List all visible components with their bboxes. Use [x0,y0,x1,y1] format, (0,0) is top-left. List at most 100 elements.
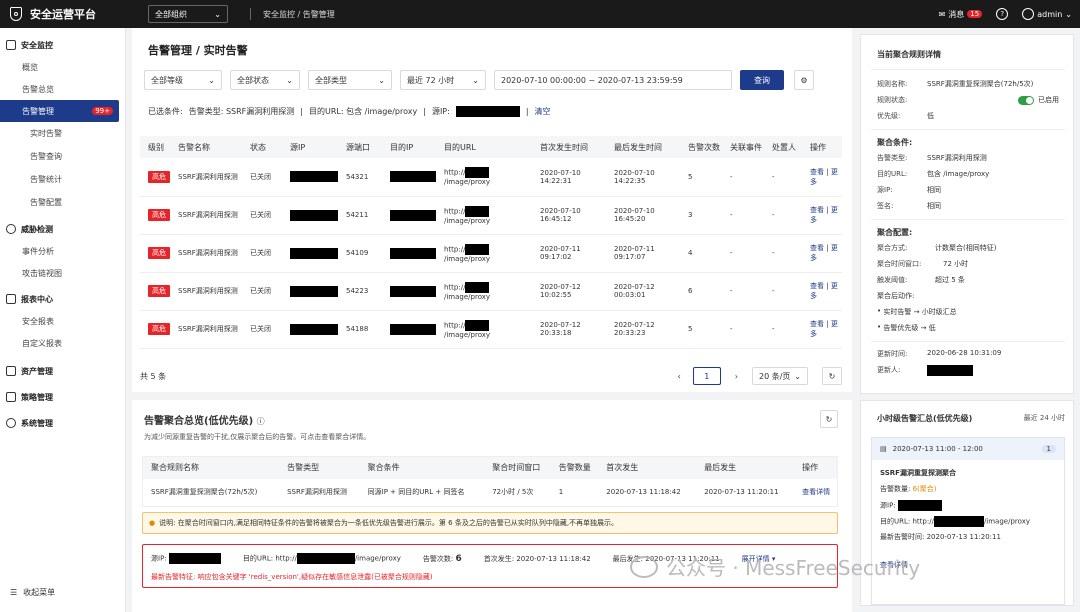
nav-item-alert-query[interactable]: 告警查询 [0,145,125,168]
src-port-cell: 54223 [338,272,382,311]
nav-item-realtime-alerts[interactable]: 实时告警 [0,122,125,145]
src-port-cell: 54109 [338,234,382,273]
first-time-cell: 2020-07-12 10:02:55 [532,272,606,311]
page-1-button[interactable]: 1 [692,367,721,385]
col-header: 首次发生时间 [532,136,606,158]
nav-group-reports[interactable]: 报表中心 [0,288,125,310]
nav-group-assets[interactable]: 资产管理 [0,360,125,382]
settings-gear-icon[interactable]: ⚙ [794,70,814,90]
nav-group-label: 安全监控 [21,40,53,50]
table-row[interactable]: 高危 SSRF漏洞利用探测 已关闭 54211 http:///image/pr… [140,196,842,235]
nav-item-overview[interactable]: 概览 [0,56,125,78]
nav-group-system[interactable]: 系统管理 [0,412,125,434]
nav-item-custom-report[interactable]: 自定义报表 [0,332,125,354]
table-row[interactable]: SSRF漏洞重复探测聚合(72h/5次) SSRF漏洞利用探测 同源IP + 同目的… [143,479,838,507]
messages-button[interactable]: ✉ 消息 15 [939,9,983,20]
nav-item-security-report[interactable]: 安全报表 [0,310,125,332]
nav-item-alert-management[interactable]: 告警管理 99+ [0,100,119,122]
rule-status-toggle[interactable]: 已启用 [1018,95,1059,105]
col-header: 告警次数 [680,136,722,158]
detail-url-path: /image/proxy [354,554,401,563]
user-menu[interactable]: admin ⌄ [1022,8,1072,20]
redacted-ip [290,323,338,335]
view-link[interactable]: 查看 [810,206,824,214]
col-header: 操作 [802,136,842,158]
cond-value: 相同 [927,186,941,194]
level-badge: 高危 [148,209,170,221]
prev-page-icon[interactable]: ‹ [678,372,681,381]
count-cell: 5 [680,158,722,197]
action-cell: 查看 | 更多 [802,234,842,273]
page-size-select[interactable]: 20 条/页 ⌄ [752,367,808,385]
nav-item-label: 告警管理 [22,106,54,116]
redacted-host [465,167,490,179]
next-page-icon[interactable]: › [735,372,738,381]
level-cell: 高危 [140,272,170,311]
table-row[interactable]: 高危 SSRF漏洞利用探测 已关闭 54188 http:///image/pr… [140,310,842,349]
app-title: 安全运营平台 [30,8,96,21]
date-range-input[interactable]: 2020-07-10 00:00:00 ~ 2020-07-13 23:59:5… [494,70,732,90]
config-label: 聚合时间窗口: [877,260,922,268]
nav-group-threat-detection[interactable]: 威胁检测 [0,218,125,240]
radar-icon [6,224,16,234]
level-select[interactable]: 全部等级 ⌄ [144,70,222,90]
nav-item-alert-overview[interactable]: 告警总览 [0,78,125,100]
table-row[interactable]: 高危 SSRF漏洞利用探测 已关闭 54109 http:///image/pr… [140,234,842,273]
status-cell: 已关闭 [242,272,282,311]
status-cell: 已关闭 [242,158,282,197]
detail-url-label: 目的URL: [242,554,274,563]
redacted-host [465,319,490,331]
detail-count-label: 告警次数: [422,554,454,563]
redacted-user [927,365,973,376]
hourly-url: 目的URL: http:// /image/proxy [880,516,1030,527]
last-time-cell: 2020-07-10 16:45:20 [606,196,680,235]
nav-group-policy[interactable]: 策略管理 [0,386,125,408]
message-count-badge: 15 [967,10,983,18]
first-time-cell: 2020-07-10 16:45:12 [532,196,606,235]
nav-item-attack-chain[interactable]: 攻击链视图 [0,262,125,284]
view-link[interactable]: 查看 [810,282,824,290]
selected-conditions: 已选条件: 告警类型: SSRF漏洞利用探测 | 目的URL: 包含 /imag… [148,106,551,117]
table-row[interactable]: 高危 SSRF漏洞利用探测 已关闭 54223 http:///image/pr… [140,272,842,311]
table-row[interactable]: 高危 SSRF漏洞利用探测 已关闭 54321 http:///image/pr… [140,158,842,197]
agg-cell: 2020-07-13 11:20:11 [704,488,779,497]
query-button[interactable]: 查询 [740,70,784,90]
view-link[interactable]: 查看 [810,320,824,328]
redacted-host [465,243,490,255]
nav-group-security-monitor[interactable]: 安全监控 [0,34,125,56]
action-item: 实时告警 → 小时级汇总 [883,308,957,316]
view-details-link[interactable]: 查看详情 [794,479,837,507]
aggregation-description: 为减少同源重复告警的干扰,仅展示聚合后的告警。可点击查看聚合详情。 [144,433,371,441]
owner-cell: - [764,310,802,349]
collapse-menu-button[interactable]: ☰ 收起菜单 [10,587,55,598]
clear-filters-link[interactable]: 清空 [535,106,551,117]
last-time-cell: 2020-07-10 14:22:35 [606,158,680,197]
refresh-icon[interactable]: ↻ [820,410,838,428]
breadcrumb: 安全监控 / 告警管理 [263,9,335,19]
username: admin [1037,9,1063,19]
nav-item-alert-config[interactable]: 告警配置 [0,191,125,214]
dst-ip-cell [382,234,436,273]
redacted-ip [390,171,436,183]
detail-count-value: 6 [455,553,462,564]
last-time-cell: 2020-07-12 20:33:23 [606,310,680,349]
refresh-icon[interactable]: ↻ [822,367,842,385]
col-header: 聚合时间窗口 [484,456,551,479]
nav-item-alert-stats[interactable]: 告警统计 [0,168,125,191]
info-icon[interactable]: ⓘ [257,417,265,426]
view-link[interactable]: 查看 [810,168,824,176]
mail-icon: ✉ [938,9,946,19]
view-link[interactable]: 查看 [810,244,824,252]
sidebar: 安全监控 概览 告警总览 告警管理 99+ 实时告警 告警查询 告警统计 告警配置… [0,28,126,612]
action-cell: 查看 | 更多 [802,310,842,349]
status-select[interactable]: 全部状态 ⌄ [230,70,300,90]
page-title: 告警管理 / 实时告警 [148,44,248,57]
type-select[interactable]: 全部类型 ⌄ [308,70,392,90]
time-select[interactable]: 最近 72 小时 ⌄ [400,70,486,90]
chip-src: 源IP: [431,107,450,116]
org-select[interactable]: 全部组织 ⌄ [148,5,228,23]
nav-item-event-analysis[interactable]: 事件分析 [0,240,125,262]
help-icon[interactable]: ? [996,8,1009,20]
toggle-switch[interactable] [1018,95,1034,105]
url-path: /image/proxy [444,330,491,339]
